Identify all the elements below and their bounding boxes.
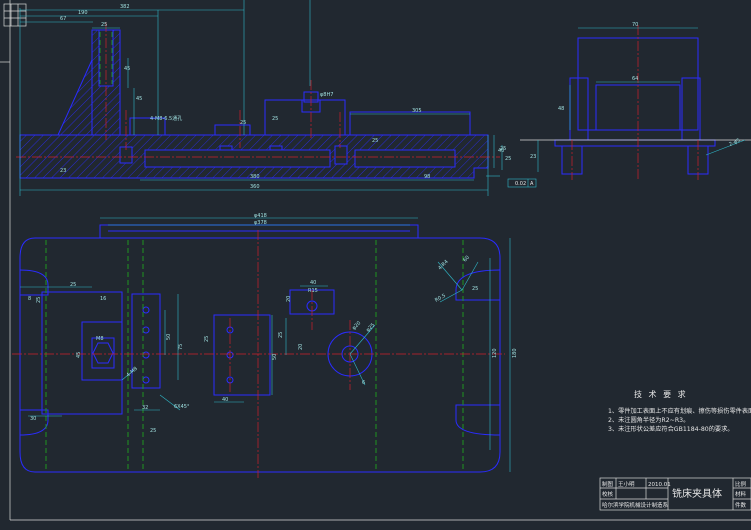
dim-top-pin: φ8H7 bbox=[320, 92, 333, 98]
dim-plan-120: 120 bbox=[492, 348, 498, 358]
dim-plan-180: 180 bbox=[512, 348, 518, 358]
tb-label-scale: 比例 bbox=[735, 480, 747, 488]
section-view-front: 382 190 67 25 45 45 4-M8-6.5通孔 305 φ8H7 … bbox=[16, 0, 511, 196]
tb-label-drawn: 制图 bbox=[602, 480, 614, 488]
tech-req-title: 技 术 要 求 bbox=[634, 389, 688, 399]
dim-top-45a: 45 bbox=[124, 66, 130, 72]
tech-req-item-2: 2、未注圆角半径为R2~R3。 bbox=[608, 416, 689, 424]
cad-drawing-canvas: 382 190 67 25 45 45 4-M8-6.5通孔 305 φ8H7 … bbox=[0, 0, 751, 521]
dim-top-25c: 25 bbox=[240, 120, 246, 126]
dim-top-190: 190 bbox=[78, 10, 88, 16]
technical-requirements: 技 术 要 求 1、零件加工表面上不应有划痕、擦伤等损伤零件表面的缺陷。 2、未… bbox=[608, 389, 751, 433]
dim-plan-50b: 50 bbox=[272, 354, 278, 360]
tech-req-item-3: 3、未注形状公差应符合GB1184-80的要求。 bbox=[608, 425, 733, 433]
dim-side-23: 23 bbox=[530, 154, 536, 160]
tech-req-item-1: 1、零件加工表面上不应有划痕、擦伤等损伤零件表面的缺陷。 bbox=[608, 407, 751, 415]
dim-top-380: 380 bbox=[250, 174, 260, 180]
dim-top-25a: 25 bbox=[101, 22, 107, 28]
dim-side-holes: 2-φ5 bbox=[728, 138, 741, 148]
dim-plan-25d: 25 bbox=[204, 336, 210, 342]
dim-plan-418: φ418 bbox=[254, 213, 267, 219]
dim-plan-25b: 25 bbox=[36, 297, 42, 303]
tb-label-checked: 校核 bbox=[602, 490, 614, 498]
dim-plan-20a: 20 bbox=[286, 296, 292, 302]
dim-top-23: 23 bbox=[60, 168, 66, 174]
dim-top-25b: 25 bbox=[272, 116, 278, 122]
dim-plan-32: 32 bbox=[142, 405, 148, 411]
tb-drawn-date: 2010.01 bbox=[648, 482, 671, 488]
dim-top-360: 360 bbox=[250, 184, 260, 190]
side-view: 70 64 48 23 25 2-φ5 0.02 A bbox=[486, 22, 751, 188]
dim-top-382: 382 bbox=[120, 4, 130, 10]
dim-plan-20b: 20 bbox=[298, 344, 304, 350]
tolerance-value: 0.02 bbox=[515, 181, 526, 187]
dim-plan-25a: 25 bbox=[70, 282, 76, 288]
title-block: 制图 王小明 2010.01 校核 哈尔滨学院机械设计制造系 铣床夹具体 比例 … bbox=[599, 477, 751, 511]
tb-label-quantity: 件数 bbox=[735, 501, 747, 509]
dim-top-305: 305 bbox=[412, 108, 422, 114]
dim-plan-6: 6 bbox=[362, 380, 365, 386]
datum-label: A bbox=[530, 181, 534, 187]
dim-plan-phi20: φ20 bbox=[351, 320, 362, 331]
dim-plan-378: φ378 bbox=[254, 220, 267, 226]
tb-drawn-by: 王小明 bbox=[618, 480, 635, 488]
dim-plan-60: 60 bbox=[462, 255, 471, 264]
dim-plan-r15: R15 bbox=[308, 288, 318, 294]
tb-label-material: 材料 bbox=[735, 490, 747, 498]
dim-plan-4r4: 4-R4 bbox=[437, 259, 449, 271]
dim-top-45b: 45 bbox=[136, 96, 142, 102]
dim-top-67: 67 bbox=[60, 16, 66, 22]
dim-plan-25c: 25 bbox=[278, 332, 284, 338]
dim-plan-45: 45 bbox=[76, 352, 82, 358]
dim-top-25d: 25 bbox=[372, 138, 378, 144]
dim-top-holes: 4-M8-6.5通孔 bbox=[150, 115, 182, 122]
dim-plan-40b: 40 bbox=[222, 397, 228, 403]
dim-top-25e: 25 bbox=[505, 156, 511, 162]
drawing-title: 铣床夹具体 bbox=[672, 487, 722, 500]
dim-plan-m8: M8 bbox=[96, 336, 104, 342]
dim-plan-8: 8 bbox=[28, 296, 31, 302]
dim-plan-75: 75 bbox=[178, 344, 184, 350]
dim-plan-25f: 25 bbox=[150, 428, 156, 434]
dim-side-70: 70 bbox=[632, 22, 638, 28]
dim-side-48: 48 bbox=[558, 106, 564, 112]
dim-plan-phi25: φ25 bbox=[365, 322, 376, 333]
dim-plan-50a: 50 bbox=[166, 334, 172, 340]
dim-side-64: 64 bbox=[632, 76, 638, 82]
dim-plan-16: 16 bbox=[100, 296, 106, 302]
tb-school: 哈尔滨学院机械设计制造系 bbox=[602, 501, 669, 509]
plan-view: φ418 φ378 25 25 8 50 75 50 45 30 32 M8 6… bbox=[12, 213, 518, 478]
dim-plan-30: 30 bbox=[30, 416, 36, 422]
dim-plan-40: 40 bbox=[310, 280, 316, 286]
dim-side-25: 25 bbox=[500, 146, 506, 152]
dim-plan-chamfer: 6X45° bbox=[174, 404, 190, 410]
dim-top-98: 98 bbox=[424, 174, 430, 180]
dim-plan-25e: 25 bbox=[472, 286, 478, 292]
